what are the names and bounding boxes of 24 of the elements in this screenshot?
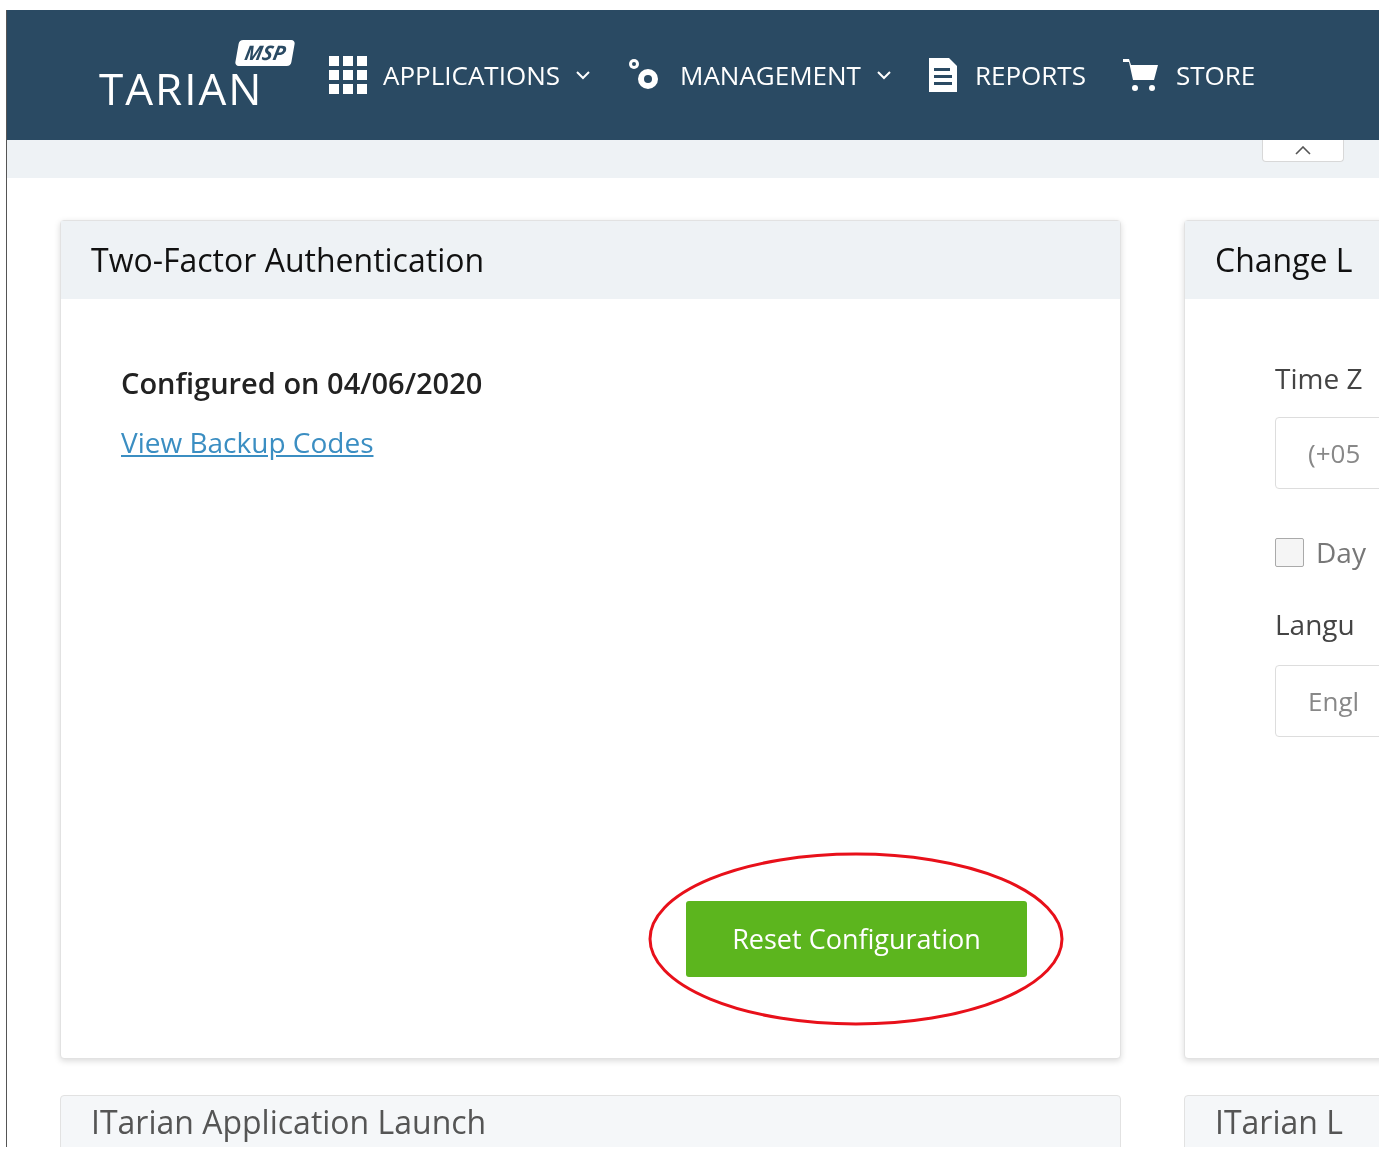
nav-menu-item[interactable]: APPLICATIONS [329, 55, 590, 95]
logo-badge: MSP [234, 40, 296, 66]
logo-wordmark: TARIAN [99, 66, 264, 110]
view-backup-codes-link[interactable]: View Backup Codes [121, 420, 374, 463]
chevron-up-icon [1295, 146, 1311, 155]
configured-date-text: Configured on 04/06/2020 [121, 362, 484, 404]
checkbox[interactable] [1275, 537, 1304, 567]
grid-icon [329, 56, 367, 94]
chevron-down-icon [576, 70, 590, 80]
card-title: Two-Factor Authentication [61, 221, 1120, 299]
chevron-down-icon [876, 70, 891, 80]
language-select[interactable]: Engl [1275, 665, 1379, 737]
nav-menu-item[interactable]: REPORTS [926, 55, 1086, 95]
checkbox-label: Day [1316, 532, 1366, 573]
card-title: Change L [1185, 221, 1379, 299]
nav-menu-item[interactable]: STORE [1121, 55, 1256, 95]
collapse-button[interactable] [1262, 140, 1344, 162]
cart-icon [1121, 56, 1160, 94]
document-icon [926, 56, 959, 94]
card-title: ITarian L [1215, 1106, 1344, 1138]
time-zone-select[interactable]: (+05 [1275, 417, 1379, 489]
time-zone-label: Time Z [1275, 358, 1363, 399]
nav-menu-item[interactable]: MANAGEMENT [626, 55, 891, 95]
language-label: Langu [1275, 604, 1355, 645]
